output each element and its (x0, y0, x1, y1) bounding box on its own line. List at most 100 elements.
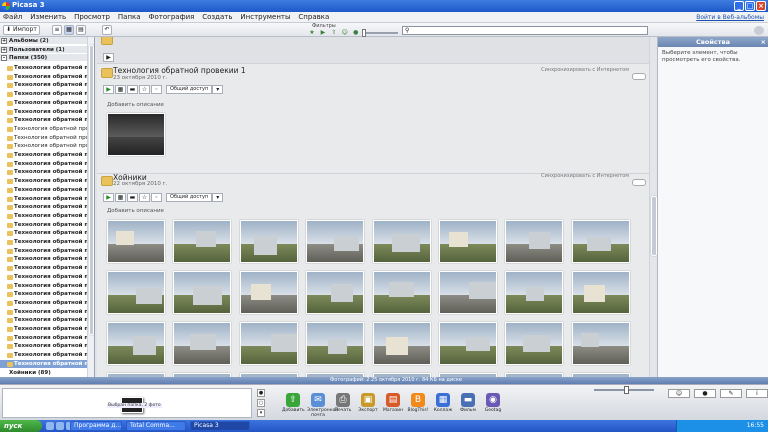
menu-create[interactable]: Создать (199, 12, 235, 22)
photo-thumbnail[interactable] (173, 322, 232, 365)
ie-icon[interactable] (46, 422, 54, 430)
folder-item[interactable]: Технология обратной прове... (0, 108, 87, 117)
photo-thumbnail[interactable] (505, 271, 564, 314)
photo-thumbnail[interactable] (439, 271, 497, 314)
geotag-icon[interactable]: ◦ (151, 193, 162, 202)
slider-knob[interactable] (362, 29, 366, 37)
photo-thumbnail[interactable] (505, 322, 564, 365)
expand-icon[interactable]: + (1, 46, 7, 53)
hold-icon[interactable]: ● (257, 389, 265, 397)
zoom-knob[interactable] (624, 386, 629, 394)
slideshow-icon[interactable]: ▶ (103, 193, 114, 202)
tray-tool-4[interactable]: ▤ Магазин (382, 393, 404, 413)
menu-edit[interactable]: Изменить (27, 12, 69, 22)
close-icon[interactable]: × (761, 37, 766, 47)
close-button[interactable]: × (756, 1, 766, 11)
folder-item[interactable]: Технология обратной прове... (0, 195, 87, 204)
settings-icon[interactable] (754, 26, 764, 35)
upload-icon[interactable]: ☆ (139, 193, 150, 202)
album-title[interactable]: Технология обратной провекии 1 (113, 66, 246, 75)
tags-icon[interactable]: ✎ (720, 389, 742, 398)
tray-tool-8[interactable]: ◉ Geotag (482, 393, 504, 413)
geotag-filter-icon[interactable]: ● (352, 29, 360, 36)
folder-item[interactable]: Технология обратной прове... (0, 203, 87, 212)
movie-icon[interactable]: ▬ (127, 193, 138, 202)
folder-item[interactable]: Технология обратной прове... (0, 90, 87, 99)
upload-filter-icon[interactable]: ⇧ (330, 29, 338, 36)
photo-thumbnail[interactable] (571, 220, 630, 263)
photo-thumbnail[interactable] (372, 271, 431, 314)
menu-tools[interactable]: Инструменты (237, 12, 293, 22)
share-button[interactable]: Общий доступ (166, 85, 213, 94)
upload-icon[interactable]: ☆ (139, 85, 150, 94)
folder-item[interactable]: Технология обратной прове... (0, 316, 87, 325)
share-dropdown-icon[interactable]: ▾ (212, 85, 224, 94)
expand-icon[interactable]: + (1, 38, 7, 44)
photo-thumbnail[interactable] (571, 322, 630, 365)
slideshow-icon[interactable]: ▶ (103, 85, 114, 94)
add-to-album-icon[interactable]: ▾ (257, 409, 265, 417)
tray-tool-5[interactable]: B BlogThis! (407, 393, 429, 413)
signin-link[interactable]: Войти в Веб-альбомы (696, 14, 764, 21)
folder-item[interactable]: Технология обратной прове... (0, 238, 87, 247)
photo-thumbnail[interactable] (306, 271, 365, 314)
folder-item[interactable]: Технология обратной прове... (0, 134, 87, 143)
folder-item[interactable]: Технология обратной прове... (0, 168, 87, 177)
tray-tool-2[interactable]: ⎙ Печать (332, 393, 354, 413)
task-program[interactable]: Программа д... (70, 421, 122, 431)
tray-tool-7[interactable]: ▬ Фильм (457, 393, 479, 413)
photo-thumbnail[interactable] (107, 271, 165, 314)
tray-tool-3[interactable]: ▣ Экспорт (357, 393, 379, 413)
photo-thumbnail[interactable] (239, 220, 298, 263)
menu-file[interactable]: Файл (0, 12, 25, 22)
photo-thumbnail[interactable] (107, 220, 165, 263)
folder-item[interactable]: Технология обратной прове... (0, 212, 87, 221)
minimize-button[interactable]: _ (734, 1, 744, 11)
menu-picture[interactable]: Фотография (146, 12, 198, 22)
photo-thumbnail[interactable] (173, 271, 232, 314)
photo-thumbnail[interactable] (173, 220, 232, 263)
view-detail-icon[interactable]: ▤ (76, 25, 86, 35)
task-picasa[interactable]: Picasa 3 (190, 421, 250, 431)
menu-folder[interactable]: Папка (115, 12, 144, 22)
start-button[interactable]: пуск (0, 420, 42, 432)
photo-thumbnail[interactable] (372, 220, 431, 263)
group-folders[interactable]: – Папки (350) (0, 54, 87, 62)
play-icon[interactable]: ▶ (103, 53, 114, 62)
folder-item[interactable]: Технология обратной прове... (0, 351, 87, 360)
folder-item[interactable]: Технология обратной прове... (0, 81, 87, 90)
collage-icon[interactable]: ▦ (115, 193, 126, 202)
folder-item[interactable]: Технология обратной прове... (0, 142, 87, 151)
folder-item[interactable]: Технология обратной прове... (0, 160, 87, 169)
clear-icon[interactable]: ○ (257, 399, 265, 407)
folder-item[interactable]: Технология обратной прове... (0, 299, 87, 308)
view-grid-icon[interactable]: ▦ (64, 25, 74, 35)
people-icon[interactable]: ☺ (668, 389, 690, 398)
tray-tool-0[interactable]: ⇧ Добавить (282, 393, 305, 413)
folder-item[interactable]: Технология обратной прове... (0, 99, 87, 108)
share-button[interactable]: Общий доступ (166, 193, 213, 202)
scroll-thumb[interactable] (89, 45, 94, 335)
folder-item[interactable]: Технология обратной прове... (0, 273, 87, 282)
share-dropdown-icon[interactable]: ▾ (212, 193, 224, 202)
places-icon[interactable]: ● (694, 389, 716, 398)
import-button[interactable]: ⬇ Импорт (3, 25, 40, 35)
photo-thumbnail[interactable] (439, 220, 497, 263)
date-filter-slider[interactable] (362, 29, 398, 37)
photo-thumbnail[interactable] (306, 220, 365, 263)
photo-thumbnail[interactable] (107, 113, 165, 156)
menu-view[interactable]: Просмотр (71, 12, 113, 22)
photo-thumbnail[interactable] (306, 322, 365, 365)
star-filter-icon[interactable]: ★ (308, 29, 316, 36)
folder-item[interactable]: Технология обратной прове... (0, 221, 87, 230)
photo-thumbnail[interactable] (239, 322, 298, 365)
folder-item[interactable]: Технология обратной прове... (0, 177, 87, 186)
folder-item[interactable]: Технология обратной прове... (0, 325, 87, 334)
folder-item[interactable]: Технология обратной прове... (0, 255, 87, 264)
search-input[interactable]: ⚲ (402, 26, 648, 35)
folder-item[interactable]: Технология обратной прове... (0, 151, 87, 160)
menu-help[interactable]: Справка (295, 12, 332, 22)
add-description[interactable]: Добавить описание (107, 102, 164, 108)
photo-thumbnail[interactable] (571, 271, 630, 314)
folder-item[interactable]: Технология обратной прове... (0, 73, 87, 82)
